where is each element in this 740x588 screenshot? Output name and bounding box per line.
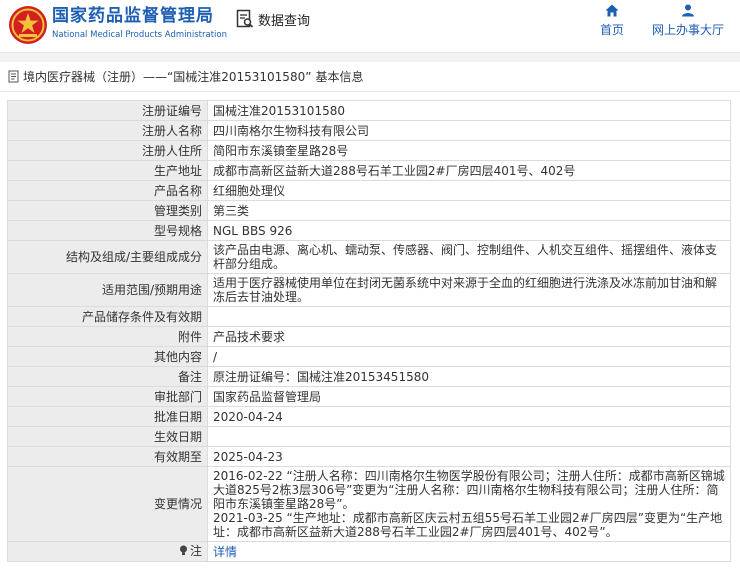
details-link[interactable]: 详情 [213,545,237,559]
row-label: 审批部门 [7,386,208,407]
changes-value: 2016-02-22 “注册人名称：四川南格尔生物医学股份有限公司；注册人住所：… [207,466,731,542]
data-query-label: 数据查询 [258,13,311,29]
row-label: 注册证编号 [7,100,208,121]
table-row: 管理类别 第三类 [7,200,731,221]
row-value [207,426,731,447]
table-row: 产品名称 红细胞处理仪 [7,180,731,201]
row-value: 四川南格尔生物科技有限公司 [207,120,731,141]
emblem-logo-icon [9,6,47,44]
table-row: 审批部门 国家药品监督管理局 [7,386,731,407]
row-value [207,306,731,327]
user-icon [682,4,694,17]
row-value: 国械注准20153101580 [207,100,731,121]
row-label: 生产地址 [7,160,208,181]
table-row-changes: 变更情况 2016-02-22 “注册人名称：四川南格尔生物医学股份有限公司；注… [7,466,731,542]
table-row-note: 注 详情 [7,541,731,562]
table-row: 其他内容 / [7,346,731,367]
nav-home-label: 首页 [600,23,625,37]
row-value: 简阳市东溪镇奎星路28号 [207,140,731,161]
row-value: 适用于医疗器械使用单位在封闭无菌系统中对来源于全血的红细胞进行洗涤及冰冻前加甘油… [207,273,731,307]
note-label: 注 [179,544,202,558]
breadcrumb-record: “国械注准20153101580” [167,70,312,84]
lightbulb-icon [179,545,187,556]
row-label: 注册人名称 [7,120,208,141]
document-icon [8,70,19,83]
row-value: / [207,346,731,367]
table-row: 适用范围/预期用途 适用于医疗器械使用单位在封闭无菌系统中对来源于全血的红细胞进… [7,273,731,307]
row-label: 其他内容 [7,346,208,367]
row-label: 管理类别 [7,200,208,221]
table-row: 附件 产品技术要求 [7,326,731,347]
table-row: 结构及组成/主要组成成分 该产品由电源、离心机、蠕动泵、传感器、阀门、控制组件、… [7,240,731,274]
row-value: 第三类 [207,200,731,221]
detail-table: 注册证编号 国械注准20153101580 注册人名称 四川南格尔生物科技有限公… [7,100,731,562]
row-label: 产品储存条件及有效期 [7,306,208,327]
brand: 国家药品监督管理局 National Medical Products Admi… [52,6,227,41]
breadcrumb-separator: —— [143,69,168,84]
row-value: 产品技术要求 [207,326,731,347]
change-entry: 2016-02-22 “注册人名称：四川南格尔生物医学股份有限公司；注册人住所：… [213,469,725,511]
note-label-text: 注 [189,543,202,558]
row-value: 成都市高新区益新大道288号石羊工业园2#厂房四层401号、402号 [207,160,731,181]
breadcrumb: 境内医疗器械（注册） —— “国械注准20153101580” 基本信息 [0,62,740,92]
row-label: 产品名称 [7,180,208,201]
row-value: 2025-04-23 [207,446,731,467]
brand-title: 国家药品监督管理局 [52,6,214,26]
change-entry: 2021-03-25 “生产地址：成都市高新区庆云村五组55号石羊工业园2#厂房… [213,511,723,539]
home-icon [605,4,619,17]
row-value: 该产品由电源、离心机、蠕动泵、传感器、阀门、控制组件、人机交互组件、摇摆组件、液… [207,240,731,274]
nav-service-hall[interactable]: 网上办事大厅 [652,4,724,38]
row-label: 备注 [7,366,208,387]
row-label: 适用范围/预期用途 [7,273,208,307]
row-label: 附件 [7,326,208,347]
note-value: 详情 [207,541,731,562]
brand-subtitle: National Medical Products Administration [52,30,227,40]
row-value: NGL BBS 926 [207,220,731,241]
breadcrumb-suffix: 基本信息 [315,70,364,84]
changes-label: 变更情况 [7,466,208,542]
document-search-icon [236,9,254,28]
nav-hall-label: 网上办事大厅 [652,23,725,37]
table-row: 批准日期 2020-04-24 [7,406,731,427]
note-label-cell: 注 [7,541,208,562]
table-row: 型号规格 NGL BBS 926 [7,220,731,241]
site-header: 国家药品监督管理局 National Medical Products Admi… [0,0,740,52]
row-value: 2020-04-24 [207,406,731,427]
table-row: 生产地址 成都市高新区益新大道288号石羊工业园2#厂房四层401号、402号 [7,160,731,181]
row-label: 注册人住所 [7,140,208,161]
data-query-link[interactable]: 数据查询 [236,9,310,29]
table-row: 生效日期 [7,426,731,447]
table-row: 备注 原注册证编号：国械注准20153451580 [7,366,731,387]
breadcrumb-section: 境内医疗器械（注册） [23,70,144,84]
row-label: 结构及组成/主要组成成分 [7,240,208,274]
table-row: 有效期至 2025-04-23 [7,446,731,467]
table-row: 注册证编号 国械注准20153101580 [7,100,731,121]
row-label: 生效日期 [7,426,208,447]
row-label: 型号规格 [7,220,208,241]
table-row: 产品储存条件及有效期 [7,306,731,327]
table-row: 注册人名称 四川南格尔生物科技有限公司 [7,120,731,141]
row-label: 有效期至 [7,446,208,467]
row-label: 批准日期 [7,406,208,427]
row-value: 国家药品监督管理局 [207,386,731,407]
header-divider [0,52,740,62]
table-row: 注册人住所 简阳市东溪镇奎星路28号 [7,140,731,161]
row-value: 红细胞处理仪 [207,180,731,201]
nav-home[interactable]: 首页 [600,4,624,38]
row-value: 原注册证编号：国械注准20153451580 [207,366,731,387]
